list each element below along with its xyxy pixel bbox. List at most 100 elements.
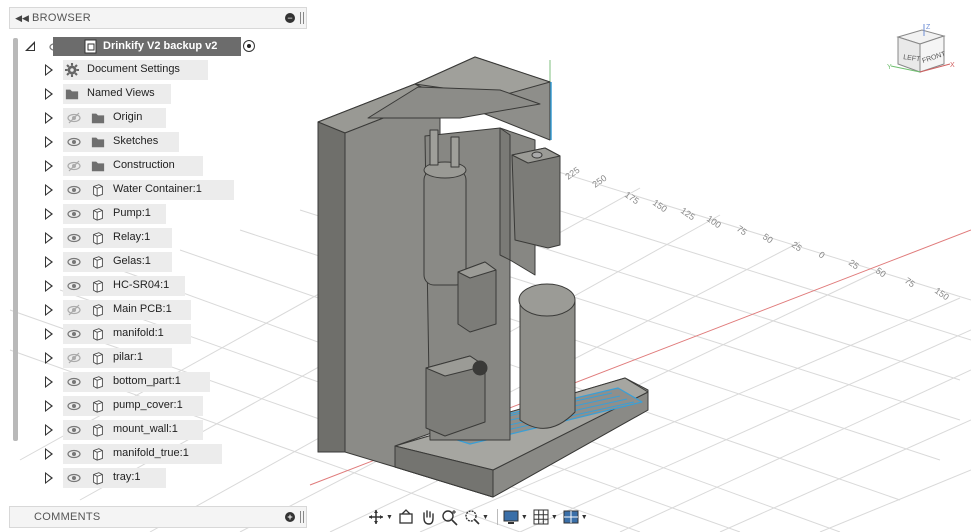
tree-item-row[interactable]: pump_cover:1 (9, 394, 309, 418)
expand-icon[interactable] (45, 184, 53, 196)
component-icon (93, 256, 103, 269)
tree-item-row[interactable]: Sketches (9, 130, 309, 154)
eye-hidden-icon[interactable] (67, 303, 81, 317)
orbit-tool[interactable]: ▼ (367, 508, 393, 526)
root-component-highlight[interactable]: Drinkify V2 backup v2 (53, 37, 241, 56)
eye-icon[interactable] (67, 207, 81, 221)
tree-item-row[interactable]: mount_wall:1 (9, 418, 309, 442)
chevron-down-icon[interactable]: ▼ (551, 514, 558, 521)
tree-item[interactable]: mount_wall:1 (63, 420, 204, 440)
tree-item-row[interactable]: tray:1 (9, 466, 309, 490)
expand-icon[interactable] (45, 64, 53, 76)
axis-y-label: Y (887, 64, 892, 71)
eye-icon[interactable] (67, 471, 81, 485)
tree-item-row[interactable]: pilar:1 (9, 346, 309, 370)
tree-item[interactable]: manifold:1 (63, 324, 191, 344)
tree-item-row[interactable]: Water Container:1 (9, 178, 309, 202)
expand-icon[interactable] (45, 232, 53, 244)
expand-icon[interactable] (45, 424, 53, 436)
fit-tool[interactable]: ▼ (463, 508, 489, 526)
expand-root-icon[interactable] (25, 41, 35, 51)
expand-icon[interactable] (45, 352, 53, 364)
tree-item-row[interactable]: HC-SR04:1 (9, 274, 309, 298)
eye-icon[interactable] (67, 375, 81, 389)
display-settings-tool[interactable]: ▼ (502, 508, 528, 526)
eye-icon[interactable] (67, 447, 81, 461)
tree-root-row[interactable]: Drinkify V2 backup v2 (9, 34, 309, 58)
expand-icon[interactable] (45, 376, 53, 388)
expand-icon[interactable] (45, 472, 53, 484)
expand-icon[interactable] (45, 136, 53, 148)
tree-item[interactable]: Named Views (63, 84, 172, 104)
tree-item[interactable]: HC-SR04:1 (63, 276, 185, 296)
expand-icon[interactable] (45, 112, 53, 124)
expand-icon[interactable] (45, 88, 53, 100)
eye-icon[interactable] (67, 399, 81, 413)
chevron-down-icon[interactable]: ▼ (521, 514, 528, 521)
tree-item-row[interactable]: Construction (9, 154, 309, 178)
tree-item-row[interactable]: Gelas:1 (9, 250, 309, 274)
eye-icon[interactable] (67, 231, 81, 245)
grid-settings-tool[interactable]: ▼ (532, 508, 558, 526)
viewports-tool[interactable]: ▼ (562, 508, 588, 526)
collapse-panel-icon[interactable]: ◀◀ (12, 13, 32, 24)
eye-icon[interactable] (67, 327, 81, 341)
tree-item[interactable]: pilar:1 (63, 348, 173, 368)
tree-item-row[interactable]: Named Views (9, 82, 309, 106)
eye-hidden-icon[interactable] (67, 351, 81, 365)
tree-item-row[interactable]: Origin (9, 106, 309, 130)
eye-icon[interactable] (67, 255, 81, 269)
eye-hidden-icon[interactable] (67, 111, 81, 125)
tree-item[interactable]: Origin (63, 108, 167, 128)
zoom-tool[interactable] (441, 508, 459, 526)
eye-icon[interactable] (67, 135, 81, 149)
dispenser-model[interactable] (317, 56, 649, 498)
tree-item[interactable]: manifold_true:1 (63, 444, 222, 464)
eye-icon[interactable] (67, 279, 81, 293)
eye-icon[interactable] (67, 423, 81, 437)
comments-panel-header[interactable]: COMMENTS + (9, 506, 307, 528)
root-component-label: Drinkify V2 backup v2 (103, 40, 218, 52)
add-comment-button[interactable]: + (285, 512, 295, 522)
tree-item[interactable]: Pump:1 (63, 204, 167, 224)
chevron-down-icon[interactable]: ▼ (581, 514, 588, 521)
view-cube[interactable]: LEFT FRONT Y X Z (886, 22, 956, 82)
chevron-down-icon[interactable]: ▼ (386, 514, 393, 521)
panel-grip-icon[interactable] (300, 12, 304, 24)
activate-component-radio[interactable] (243, 40, 255, 52)
look-at-tool[interactable] (397, 508, 415, 526)
chevron-down-icon[interactable]: ▼ (482, 514, 489, 521)
tree-item[interactable]: Water Container:1 (63, 180, 235, 200)
tree-item[interactable]: tray:1 (63, 468, 167, 488)
expand-icon[interactable] (45, 400, 53, 412)
tree-item[interactable]: pump_cover:1 (63, 396, 204, 416)
tree-item-row[interactable]: bottom_part:1 (9, 370, 309, 394)
tree-item[interactable]: Main PCB:1 (63, 300, 191, 320)
tree-item-row[interactable]: Pump:1 (9, 202, 309, 226)
tree-item[interactable]: Sketches (63, 132, 179, 152)
folder-icon (91, 137, 105, 148)
expand-icon[interactable] (45, 208, 53, 220)
tree-item[interactable]: Relay:1 (63, 228, 173, 248)
minimize-panel-button[interactable]: − (285, 13, 295, 23)
tree-item-row[interactable]: manifold_true:1 (9, 442, 309, 466)
tree-item-row[interactable]: manifold:1 (9, 322, 309, 346)
expand-icon[interactable] (45, 328, 53, 340)
expand-icon[interactable] (45, 448, 53, 460)
expand-icon[interactable] (45, 256, 53, 268)
browser-panel-header[interactable]: ◀◀ BROWSER − (9, 7, 307, 29)
tree-item[interactable]: Document Settings (63, 60, 209, 80)
tree-item-row[interactable]: Main PCB:1 (9, 298, 309, 322)
eye-hidden-icon[interactable] (67, 159, 81, 173)
tree-item[interactable]: Gelas:1 (63, 252, 173, 272)
panel-grip-icon[interactable] (300, 511, 304, 523)
tree-item-row[interactable]: Relay:1 (9, 226, 309, 250)
pan-tool[interactable] (419, 508, 437, 526)
eye-icon[interactable] (67, 183, 81, 197)
expand-icon[interactable] (45, 160, 53, 172)
expand-icon[interactable] (45, 304, 53, 316)
tree-item-row[interactable]: Document Settings (9, 58, 309, 82)
tree-item[interactable]: Construction (63, 156, 204, 176)
tree-item[interactable]: bottom_part:1 (63, 372, 210, 392)
expand-icon[interactable] (45, 280, 53, 292)
